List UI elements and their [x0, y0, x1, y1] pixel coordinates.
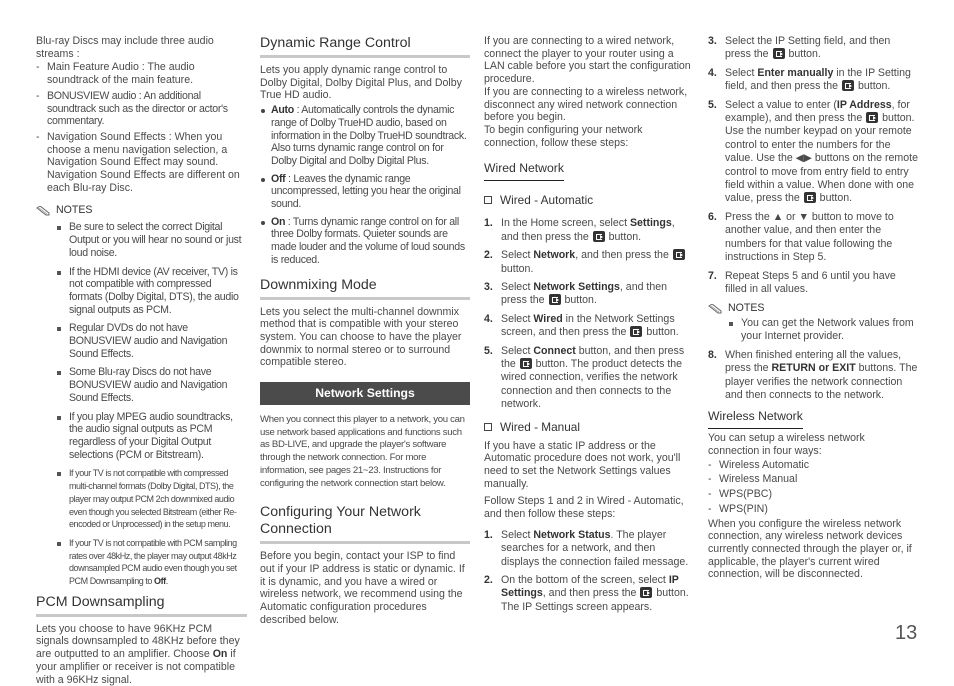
wireless-ways-list: Wireless Automatic Wireless Manual WPS(P…: [708, 459, 919, 516]
step-item: 5. Select Connect button, and then press …: [484, 344, 685, 411]
audio-streams-intro: Blu-ray Discs may include three audio st…: [36, 35, 214, 60]
list-item: BONUSVIEW audio : An additional soundtra…: [36, 90, 247, 128]
wired-manual-heading: Wired - Manual: [484, 420, 694, 434]
wired-manual-steps: 1. Select Network Status. The player sear…: [484, 529, 694, 614]
list-item: Navigation Sound Effects : When you choo…: [36, 131, 247, 195]
note-item: Be sure to select the correct Digital Ou…: [36, 221, 247, 259]
step-item: 4. Select Enter manually in the IP Settin…: [708, 66, 911, 93]
enter-button-icon: [630, 326, 643, 338]
notes-label: NOTES: [728, 302, 765, 315]
enter-button-icon: [672, 249, 685, 261]
step-item: 3. Select the IP Setting field, and then …: [708, 35, 891, 61]
step-item: 6. Press the ▲ or ▼ button to move to ano…: [708, 210, 894, 264]
pencil-icon: [36, 205, 50, 216]
note-item: If the HDMI device (AV receiver, TV) is …: [36, 266, 247, 317]
manual-follow: Follow Steps 1 and 2 in Wired - Automati…: [484, 495, 684, 521]
enter-button-icon: [866, 112, 879, 124]
wireless-outro: When you configure the wireless network …: [708, 517, 912, 581]
step-item: 1. In the Home screen, select Settings, a…: [484, 217, 675, 243]
notes-heading: NOTES: [708, 302, 919, 315]
step-item: 3. Select Network Settings, and then pres…: [484, 280, 668, 307]
checkbox-icon: [484, 196, 492, 205]
network-settings-banner: Network Settings: [260, 382, 470, 406]
enter-button-icon: [592, 230, 605, 242]
step-item: 2. Select Network, and then press the but…: [484, 249, 694, 276]
step-item: 4. Select Wired in the Network Settings s…: [484, 312, 679, 339]
page-number: 13: [895, 622, 918, 644]
wired-automatic-steps: 1. In the Home screen, select Settings, a…: [484, 217, 694, 411]
enter-button-icon: [548, 294, 561, 306]
wired-intro: If you are connecting to a wired network…: [484, 35, 691, 86]
wireless-intro: If you are connecting to a wireless netw…: [484, 85, 688, 124]
step-item: 5. Select a value to enter (IP Address, f…: [708, 98, 918, 205]
notes-list: You can get the Network values from your…: [708, 317, 919, 342]
pcm-downsampling-text: Lets you choose to have 96KHz PCM signal…: [36, 622, 240, 686]
list-item: Wireless Manual: [708, 473, 919, 486]
configuring-network-heading: Configuring Your Network Connection: [260, 504, 470, 545]
downmixing-mode-heading: Downmixing Mode: [260, 277, 470, 300]
wireless-network-heading: Wireless Network: [708, 409, 803, 430]
note-item: If your TV is not compatible with PCM sa…: [36, 537, 247, 588]
pencil-icon: [708, 303, 722, 314]
enter-button-icon: [842, 80, 855, 92]
column-3: If you are connecting to a wired network…: [484, 35, 694, 619]
list-item: WPS(PIN): [708, 503, 919, 516]
note-item: If you play MPEG audio soundtracks, the …: [36, 411, 247, 462]
checkbox-icon: [484, 422, 492, 431]
note-item: Some Blu-ray Discs do not have BONUSVIEW…: [36, 366, 247, 404]
wired-network-heading: Wired Network: [484, 161, 564, 182]
drc-options-list: Auto : Automatically controls the dynami…: [260, 104, 470, 266]
wired-automatic-heading: Wired - Automatic: [484, 193, 694, 207]
enter-button-icon: [640, 587, 653, 599]
downmix-text: Lets you select the multi-channel downmi…: [260, 305, 462, 369]
list-item: WPS(PBC): [708, 488, 919, 501]
dynamic-range-control-heading: Dynamic Range Control: [260, 35, 470, 58]
pcm-downsampling-heading: PCM Downsampling: [36, 594, 247, 617]
note-item: If your TV is not compatible with compre…: [36, 467, 247, 531]
notes-heading: NOTES: [36, 204, 247, 217]
column-4: 3. Select the IP Setting field, and then …: [708, 35, 919, 581]
enter-button-icon: [772, 48, 785, 60]
step-item: 1. Select Network Status. The player sear…: [484, 528, 689, 568]
note-item: You can get the Network values from your…: [708, 317, 919, 342]
column-1: Blu-ray Discs may include three audio st…: [36, 35, 247, 686]
notes-label: NOTES: [56, 204, 93, 217]
enter-button-icon: [519, 357, 532, 369]
note-item: Regular DVDs do not have BONUSVIEW audio…: [36, 322, 247, 360]
list-item: Main Feature Audio : The audio soundtrac…: [36, 61, 247, 86]
audio-streams-list: Main Feature Audio : The audio soundtrac…: [36, 61, 247, 194]
manual-intro: If you have a static IP address or the A…: [484, 439, 681, 490]
list-item: Wireless Automatic: [708, 459, 919, 472]
drc-option-auto: Auto : Automatically controls the dynami…: [260, 104, 470, 168]
config-text: Before you begin, contact your ISP to fi…: [260, 550, 465, 626]
begin-intro: To begin configuring your network connec…: [484, 123, 643, 149]
drc-option-off: Off : Leaves the dynamic range uncompres…: [260, 173, 470, 211]
enter-button-icon: [803, 192, 816, 204]
step-item: 2. On the bottom of the screen, select IP…: [484, 574, 689, 613]
notes-list: Be sure to select the correct Digital Ou…: [36, 221, 247, 587]
manual-step-8: 8. When finished entering all the values,…: [708, 349, 919, 403]
drc-intro: Lets you apply dynamic range control to …: [260, 64, 462, 102]
network-intro: When you connect this player to a networ…: [260, 414, 465, 489]
manual-steps-continued: 3. Select the IP Setting field, and then …: [708, 35, 919, 296]
step-item: 8. When finished entering all the values,…: [708, 348, 918, 401]
column-2: Dynamic Range Control Lets you apply dyn…: [260, 35, 470, 627]
drc-option-on: On : Turns dynamic range control on for …: [260, 216, 470, 267]
step-item: 7. Repeat Steps 5 and 6 until you have fi…: [708, 269, 896, 295]
wireless-intro: You can setup a wireless network connect…: [708, 432, 865, 458]
